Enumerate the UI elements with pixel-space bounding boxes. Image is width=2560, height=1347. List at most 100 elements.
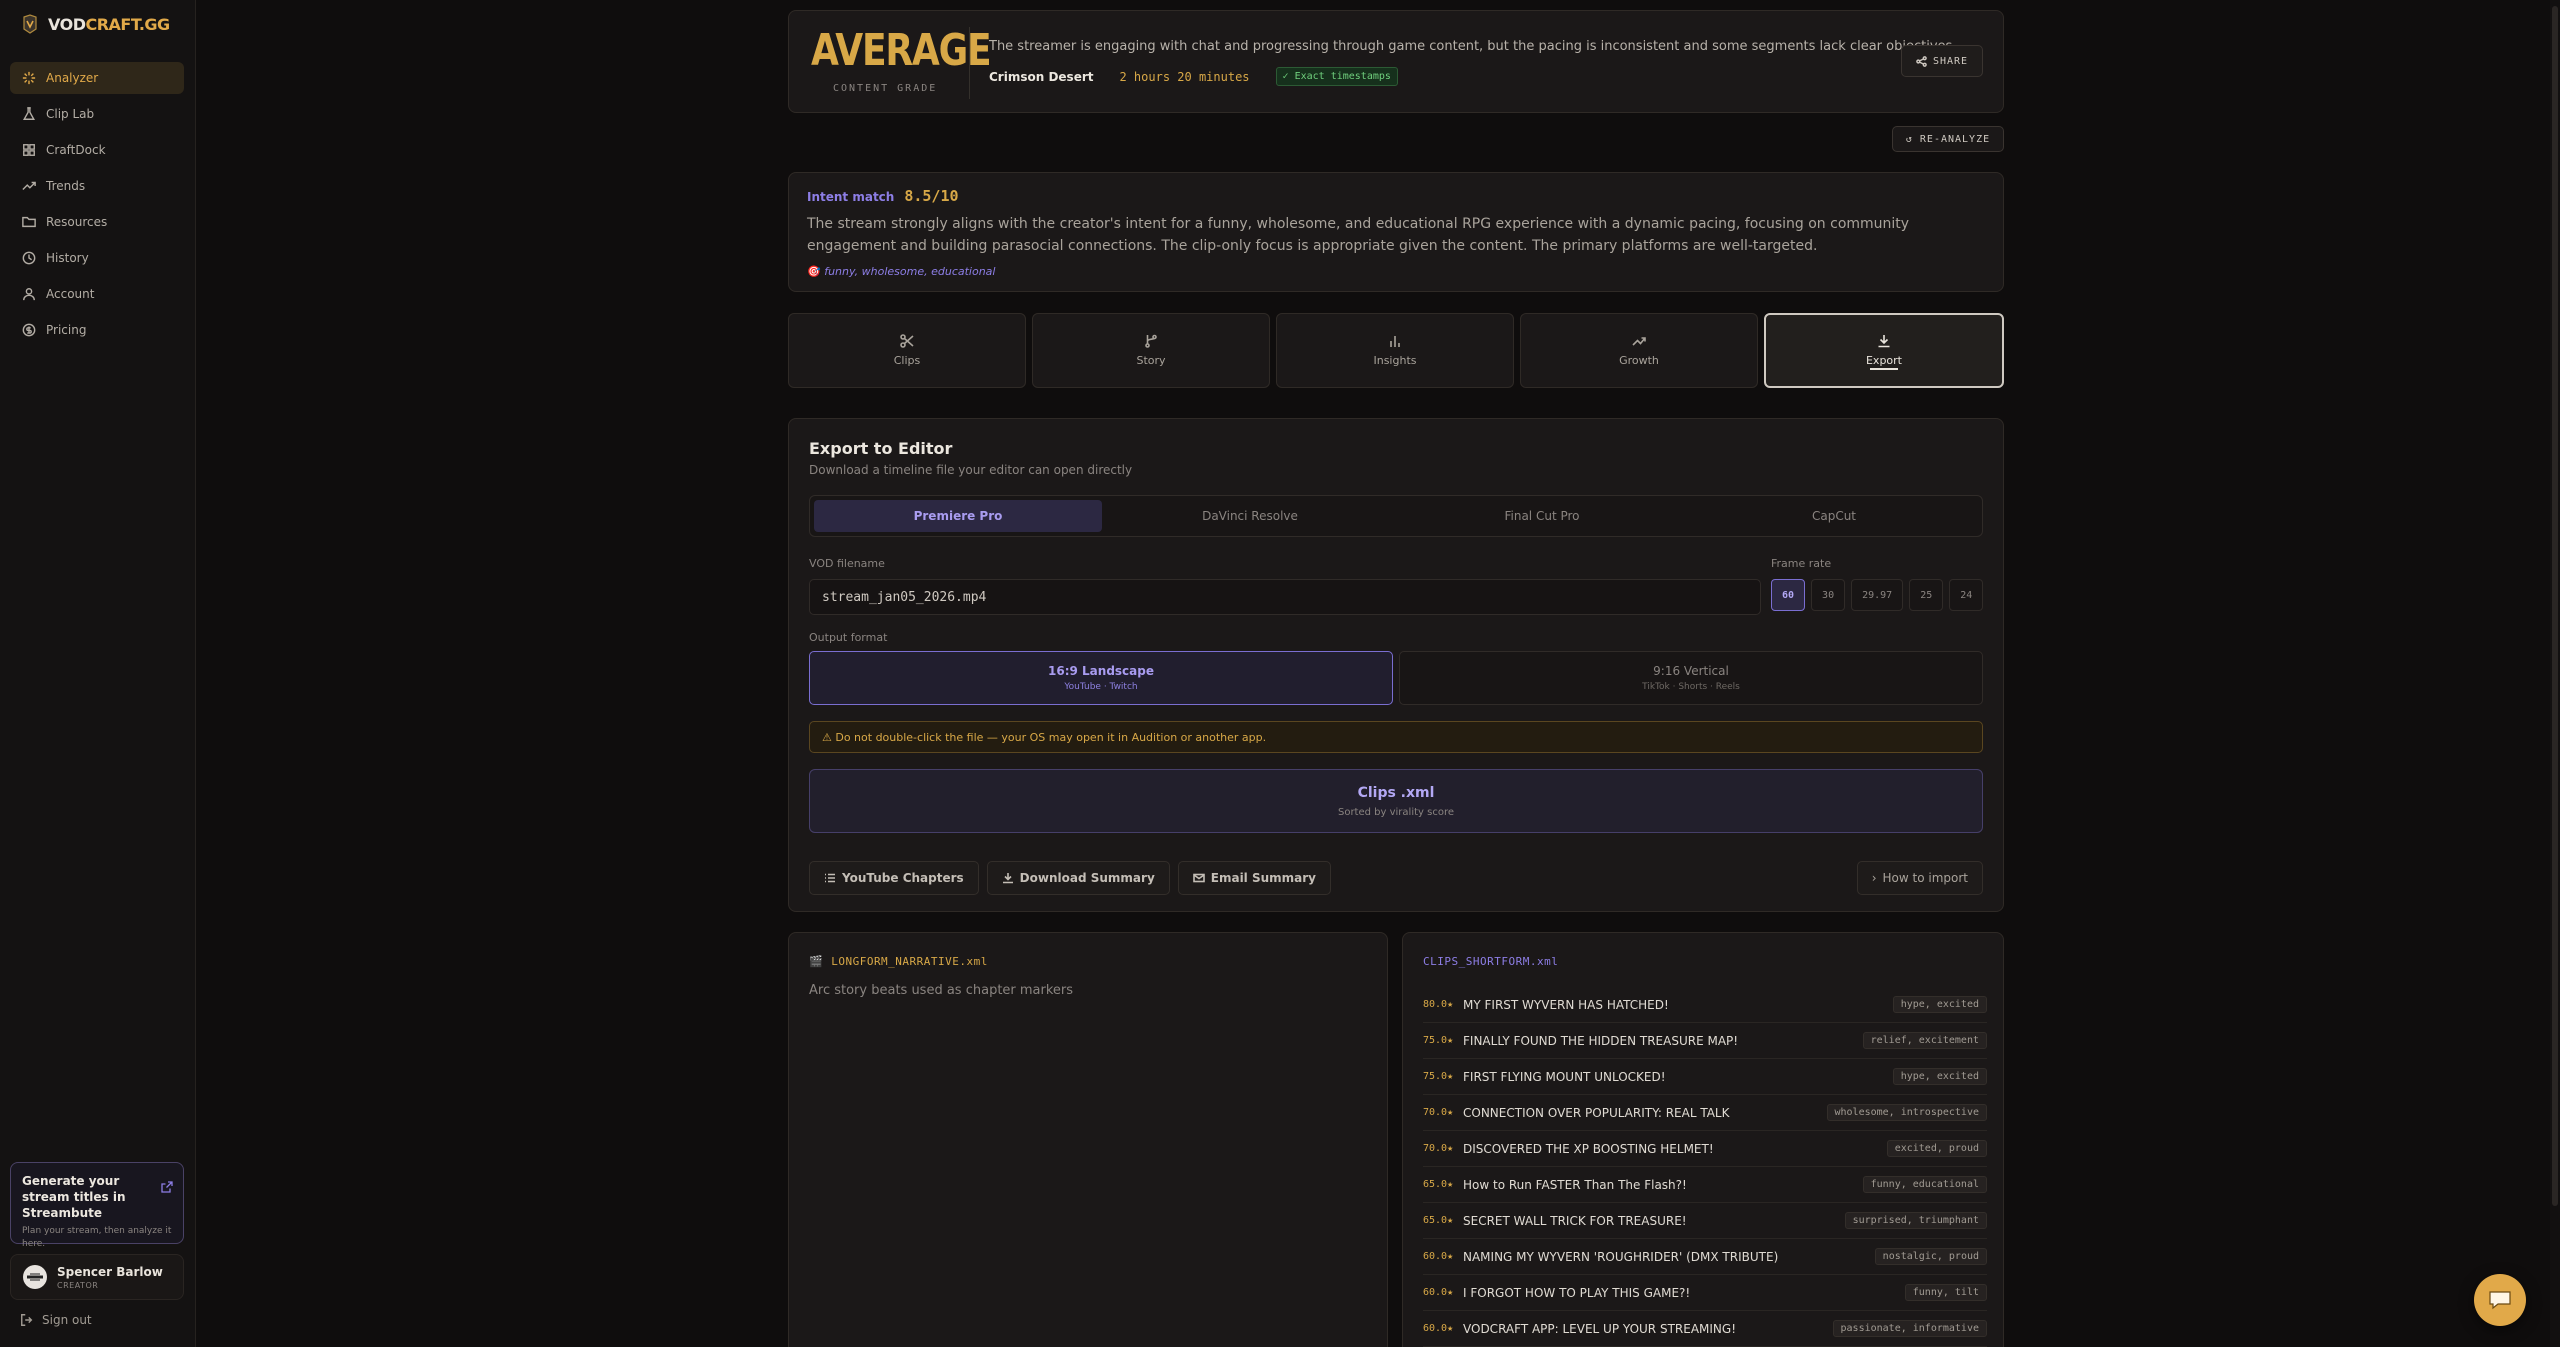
tab-story[interactable]: Story (1032, 313, 1270, 388)
vod-filename-label: VOD filename (809, 557, 885, 570)
list-item[interactable]: 65.0★ SECRET WALL TRICK FOR TREASURE! surp… (1423, 1203, 1987, 1239)
clip-title: FIRST FLYING MOUNT UNLOCKED! (1463, 1069, 1666, 1084)
sidebar-item-account[interactable]: Account (10, 278, 184, 310)
tab-growth[interactable]: Growth (1520, 313, 1758, 388)
clip-tags: nostalgic, proud (1874, 1248, 1987, 1265)
vod-filename-input[interactable]: stream_jan05_2026.mp4 (809, 579, 1761, 615)
list-item[interactable]: 80.0★ MY FIRST WYVERN HAS HATCHED! hype, e… (1423, 987, 1987, 1023)
tab-clips[interactable]: Clips (788, 313, 1026, 388)
list-item[interactable]: 70.0★ CONNECTION OVER POPULARITY: REAL TA… (1423, 1095, 1987, 1131)
sidebar-item-craftdock[interactable]: CraftDock (10, 134, 184, 166)
list-item[interactable]: 60.0★ NAMING MY WYVERN 'ROUGHRIDER' (DMX … (1423, 1239, 1987, 1275)
button-label: Email Summary (1210, 871, 1316, 885)
stream-duration: 2 hours 20 minutes (1119, 69, 1250, 84)
list-item[interactable]: 60.0★ I FORGOT HOW TO PLAY THIS GAME?! fun… (1423, 1275, 1987, 1311)
mail-icon (1192, 873, 1205, 883)
branch-icon (1145, 334, 1157, 348)
sign-out-button[interactable]: Sign out (20, 1313, 92, 1327)
external-link-icon (161, 1181, 173, 1193)
clip-tags: hype, excited (1892, 996, 1987, 1013)
sidebar-item-resources[interactable]: Resources (10, 206, 184, 238)
scrollbar-thumb[interactable] (2552, 6, 2558, 1206)
clip-list: 80.0★ MY FIRST WYVERN HAS HATCHED! hype, e… (1423, 987, 1987, 1347)
clips-xml-title: Clips .xml (1357, 784, 1435, 801)
user-name: Spencer Barlow (57, 1264, 163, 1279)
intent-tags-text: funny, wholesome, educational (824, 265, 996, 278)
output-format-label: Output format (809, 631, 888, 644)
promo-title: Generate your stream titles in Streambut… (22, 1174, 126, 1220)
tab-label: Story (1136, 354, 1166, 367)
list-item[interactable]: 65.0★ How to Run FASTER Than The Flash?! f… (1423, 1167, 1987, 1203)
clip-score: 60.0★ (1423, 1287, 1454, 1298)
tab-label: Export (1865, 354, 1902, 367)
clips-xml-download-button[interactable]: Clips .xml Sorted by virality score (809, 769, 1983, 833)
brand-logo[interactable]: VODCRAFT.GG (20, 14, 170, 34)
frame-rate-60[interactable]: 60 (1771, 579, 1806, 611)
chat-button[interactable] (2474, 1274, 2526, 1326)
list-item[interactable]: 75.0★ FINALLY FOUND THE HIDDEN TREASURE M… (1423, 1023, 1987, 1059)
frame-rate-30[interactable]: 30 (1811, 579, 1846, 611)
intent-match-card: Intent match 8.5/10 The stream strongly … (788, 172, 2004, 292)
clip-tags: passionate, informative (1832, 1320, 1987, 1337)
content-grade-label: CONTENT GRADE (833, 83, 938, 94)
streambute-promo[interactable]: Generate your stream titles in Streambut… (10, 1162, 184, 1249)
email-summary-button[interactable]: Email Summary (1177, 861, 1331, 895)
sidebar-item-clip-lab[interactable]: Clip Lab (10, 98, 184, 130)
editor-tab-capcut[interactable]: CapCut (1690, 500, 1978, 532)
intent-label: Intent match (807, 190, 895, 204)
editor-tab-davinci-resolve[interactable]: DaVinci Resolve (1106, 500, 1394, 532)
sidebar-item-history[interactable]: History (10, 242, 184, 274)
sidebar-item-trends[interactable]: Trends (10, 170, 184, 202)
format-title: 16:9 Landscape (1048, 664, 1154, 678)
sign-out-label: Sign out (42, 1313, 92, 1327)
format-landscape-option[interactable]: 16:9 Landscape YouTube · Twitch (809, 651, 1393, 705)
intent-description: The stream strongly aligns with the crea… (807, 216, 1910, 254)
how-to-import-toggle[interactable]: › How to import (1856, 861, 1983, 895)
clips-xml-subtitle: Sorted by virality score (1337, 806, 1454, 818)
sidebar-item-analyzer[interactable]: Analyzer (10, 62, 184, 94)
share-button[interactable]: SHARE (1901, 45, 1983, 77)
clip-tags: funny, educational (1862, 1176, 1987, 1193)
clip-title: NAMING MY WYVERN 'ROUGHRIDER' (DMX TRIBU… (1463, 1249, 1779, 1264)
list-item[interactable]: 60.0★ VODCRAFT APP: LEVEL UP YOUR STREAMI… (1423, 1311, 1987, 1347)
format-vertical-option[interactable]: 9:16 Vertical TikTok · Shorts · Reels (1399, 651, 1983, 705)
list-item[interactable]: 70.0★ DISCOVERED THE XP BOOSTING HELMET! e… (1423, 1131, 1987, 1167)
download-summary-button[interactable]: Download Summary (986, 861, 1170, 895)
share-icon (1916, 55, 1927, 67)
editor-tab-premiere-pro[interactable]: Premiere Pro (814, 500, 1102, 532)
sidebar-item-label: Account (46, 287, 95, 301)
sidebar-item-label: CraftDock (46, 143, 106, 157)
content-grade-card: AVERAGE CONTENT GRADE The streamer is en… (788, 10, 2004, 113)
user-card[interactable]: Spencer Barlow CREATOR (10, 1254, 184, 1300)
narrative-header: 🎬 LONGFORM_NARRATIVE.xml (809, 955, 988, 968)
brand-name: VODCRAFT.GG (48, 14, 170, 34)
promo-subtitle: Plan your stream, then analyze it here. (22, 1226, 172, 1249)
tab-export[interactable]: Export (1764, 313, 2004, 388)
clip-score: 80.0★ (1423, 999, 1454, 1010)
trend-icon (22, 181, 36, 190)
sidebar-item-label: Resources (46, 215, 108, 229)
sidebar-item-label: Trends (46, 179, 86, 193)
list-icon (825, 873, 835, 883)
clip-tags: relief, excitement (1862, 1032, 1987, 1049)
editor-tab-final-cut-pro[interactable]: Final Cut Pro (1398, 500, 1686, 532)
tab-insights[interactable]: Insights (1276, 313, 1514, 388)
youtube-chapters-button[interactable]: YouTube Chapters (809, 861, 979, 895)
clip-title: I FORGOT HOW TO PLAY THIS GAME?! (1463, 1285, 1691, 1300)
frame-rate-24[interactable]: 24 (1949, 579, 1984, 611)
sidebar-item-pricing[interactable]: Pricing (10, 314, 184, 346)
scissors-icon (900, 334, 914, 348)
list-item[interactable]: 75.0★ FIRST FLYING MOUNT UNLOCKED! hype, e… (1423, 1059, 1987, 1095)
clip-score: 65.0★ (1423, 1179, 1454, 1190)
warning-banner: ⚠ Do not double-click the file — your OS… (809, 721, 1983, 753)
clip-title: VODCRAFT APP: LEVEL UP YOUR STREAMING! (1463, 1321, 1736, 1336)
frame-rate-29-97[interactable]: 29.97 (1851, 579, 1904, 611)
frame-rate-25[interactable]: 25 (1909, 579, 1944, 611)
dollar-icon (22, 323, 36, 337)
re-analyze-button[interactable]: ↺ RE-ANALYZE (1892, 126, 2004, 152)
download-icon (1878, 335, 1890, 348)
export-title: Export to Editor (809, 439, 953, 458)
user-role: CREATOR (57, 1280, 99, 1290)
clip-score: 70.0★ (1423, 1143, 1454, 1154)
sidebar-item-label: History (46, 251, 89, 265)
